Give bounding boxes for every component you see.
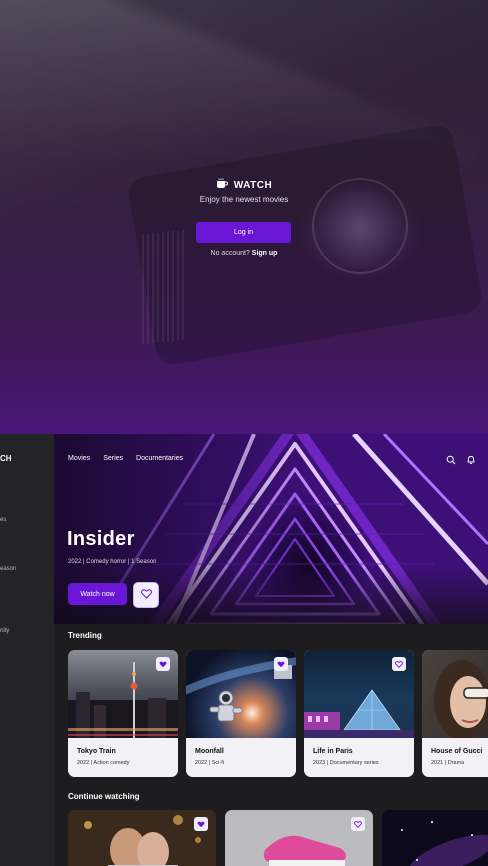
heart-icon <box>395 655 403 673</box>
nav-movies[interactable]: Movies <box>68 455 90 462</box>
cup-logo-icon <box>216 176 228 194</box>
card-footer: Tokyo Train 2022 | Action comedy <box>68 738 178 777</box>
sidebar-item[interactable]: es <box>0 517 6 523</box>
signup-link[interactable]: Sign up <box>252 250 278 257</box>
poster-house-of-gucci <box>422 650 488 740</box>
projector-grille <box>142 229 186 345</box>
movie-card[interactable]: Tokyo Train 2022 | Action comedy <box>68 650 178 777</box>
favorite-badge[interactable] <box>392 657 406 671</box>
trending-title: Trending <box>68 631 102 640</box>
card-title: House of Gucci <box>431 748 483 755</box>
no-account-text: No account? <box>210 250 250 257</box>
login-button[interactable]: Log in <box>196 222 291 243</box>
bell-icon[interactable] <box>466 452 476 470</box>
login-logo: WATCH <box>0 176 488 194</box>
login-screen: WATCH Enjoy the newest movies Log in No … <box>0 0 488 434</box>
tagline: Enjoy the newest movies <box>199 195 289 204</box>
search-icon[interactable] <box>446 452 456 470</box>
top-icons <box>446 452 476 470</box>
card-meta: 2022 | Action comedy <box>77 760 130 766</box>
watch-now-button[interactable]: Watch now <box>68 583 127 605</box>
hero-title: Insider <box>67 528 135 550</box>
continue-card[interactable] <box>382 810 488 866</box>
heart-icon <box>277 655 285 673</box>
heart-icon <box>354 815 362 833</box>
sidebar-logo: CH <box>0 454 12 463</box>
card-meta: 2023 | Documentary series <box>313 760 379 766</box>
card-meta: 2022 | Sci-fi <box>195 760 224 766</box>
favorite-badge[interactable] <box>274 657 288 671</box>
heart-icon <box>159 655 167 673</box>
card-meta: 2021 | Drama <box>431 760 465 766</box>
nav-documentaries[interactable]: Documentaries <box>136 455 183 462</box>
signup-row: No account? Sign up <box>0 250 488 257</box>
card-title: Life in Paris <box>313 748 353 755</box>
heart-icon <box>140 586 152 604</box>
continue-card[interactable] <box>68 810 216 866</box>
continue-watching-title: Continue watching <box>68 792 140 801</box>
movie-card[interactable]: House of Gucci 2021 | Drama <box>422 650 488 777</box>
continue-thumbnail-galaxy <box>382 810 488 866</box>
card-title: Moonfall <box>195 748 224 755</box>
card-footer: House of Gucci 2021 | Drama <box>422 738 488 777</box>
sidebar-item[interactable]: nity <box>0 628 9 634</box>
hero-meta: 2022 | Comedy horror | 1 Season <box>68 559 157 565</box>
sidebar-item[interactable]: eason <box>0 566 16 572</box>
sidebar: CH es eason nity <box>0 434 54 866</box>
favorite-button[interactable] <box>133 582 159 608</box>
movie-card[interactable]: Moonfall 2022 | Sci-fi <box>186 650 296 777</box>
continue-card[interactable] <box>225 810 373 866</box>
favorite-badge[interactable] <box>156 657 170 671</box>
app-screen: CH es eason nity Movies Series Documenta… <box>0 434 488 866</box>
nav-series[interactable]: Series <box>103 455 123 462</box>
top-nav: Movies Series Documentaries <box>68 455 183 462</box>
favorite-badge[interactable] <box>351 817 365 831</box>
heart-icon <box>197 815 205 833</box>
card-footer: Moonfall 2022 | Sci-fi <box>186 738 296 777</box>
favorite-badge[interactable] <box>194 817 208 831</box>
movie-card[interactable]: Life in Paris 2023 | Documentary series <box>304 650 414 777</box>
card-footer: Life in Paris 2023 | Documentary series <box>304 738 414 777</box>
card-title: Tokyo Train <box>77 748 116 755</box>
logo-text: WATCH <box>233 179 273 191</box>
